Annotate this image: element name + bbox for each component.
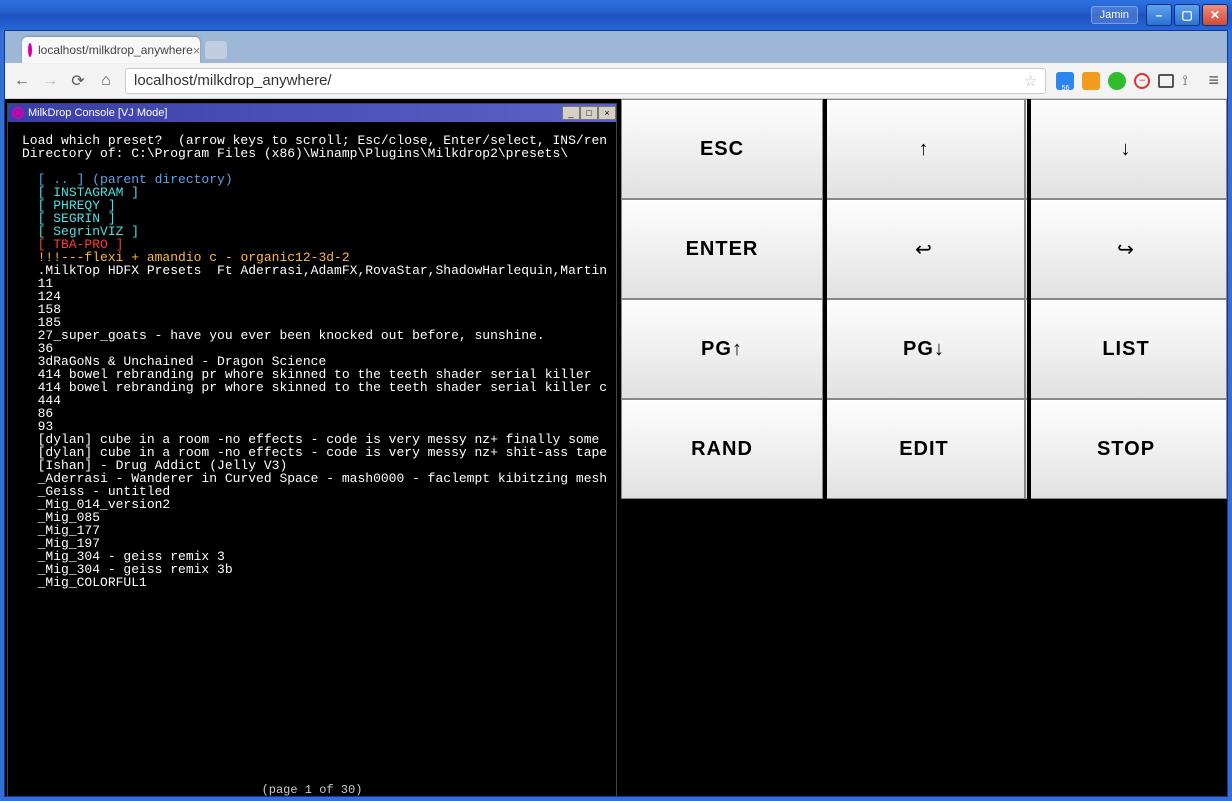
milkdrop-titlebar[interactable]: MilkDrop Console [VJ Mode] _ □ × — [8, 104, 616, 122]
milkdrop-logo-icon — [12, 107, 24, 119]
page-indicator: (page 1 of 30) — [12, 783, 612, 796]
cast-icon[interactable] — [1158, 74, 1174, 88]
edit-button[interactable]: EDIT — [823, 399, 1025, 499]
down-button[interactable]: ↓ — [1025, 99, 1227, 199]
os-user-badge: Jamin — [1091, 6, 1138, 24]
right-button[interactable]: ↪ — [1025, 199, 1227, 299]
pagedown-button[interactable]: PG↓ — [823, 299, 1025, 399]
page-content: MilkDrop Console [VJ Mode] _ □ × Load wh… — [5, 99, 1227, 796]
bookmark-star-icon[interactable]: ☆ — [1024, 72, 1037, 90]
os-maximize-button[interactable]: ▢ — [1174, 4, 1200, 26]
up-button[interactable]: ↑ — [823, 99, 1025, 199]
address-url: localhost/milkdrop_anywhere/ — [134, 72, 332, 89]
milkdrop-window-title: MilkDrop Console [VJ Mode] — [28, 107, 167, 119]
esc-button[interactable]: ESC — [621, 99, 823, 199]
new-tab-button[interactable] — [205, 41, 227, 59]
milkdrop-minimize-button[interactable]: _ — [562, 106, 580, 120]
send-to-device-icon[interactable]: ⟟ — [1182, 72, 1200, 90]
chrome-menu-button[interactable]: ≡ — [1208, 70, 1219, 91]
extension-icon[interactable] — [1056, 72, 1074, 90]
enter-button[interactable]: ENTER — [621, 199, 823, 299]
tab-favicon — [28, 43, 32, 57]
preset-list[interactable]: Load which preset? (arrow keys to scroll… — [12, 126, 612, 597]
tab-title: localhost/milkdrop_anywhere — [38, 43, 193, 57]
milkdrop-console-window: MilkDrop Console [VJ Mode] _ □ × Load wh… — [7, 103, 617, 796]
stop-button[interactable]: STOP — [1025, 399, 1227, 499]
browser-toolbar: ← → ⟳ ⌂ localhost/milkdrop_anywhere/ ☆ ⟟… — [5, 63, 1227, 99]
extension-icon[interactable] — [1082, 72, 1100, 90]
os-minimize-button[interactable]: – — [1146, 4, 1172, 26]
extension-icon[interactable] — [1108, 72, 1126, 90]
rand-button[interactable]: RAND — [621, 399, 823, 499]
grid-divider — [823, 99, 827, 499]
browser-tabstrip: localhost/milkdrop_anywhere × — [5, 31, 1227, 63]
pageup-button[interactable]: PG↑ — [621, 299, 823, 399]
grid-divider — [1027, 99, 1031, 499]
tab-close-icon[interactable]: × — [193, 43, 201, 58]
list-button[interactable]: LIST — [1025, 299, 1227, 399]
reload-button[interactable]: ⟳ — [69, 72, 87, 90]
milkdrop-maximize-button[interactable]: □ — [580, 106, 598, 120]
os-titlebar: Jamin – ▢ ✕ — [0, 0, 1232, 30]
left-button[interactable]: ↩ — [823, 199, 1025, 299]
os-close-button[interactable]: ✕ — [1202, 4, 1228, 26]
control-button-grid: ESC ↑ ↓ ENTER ↩ ↪ PG↑ PG↓ LIST RAND EDIT… — [621, 99, 1227, 499]
address-bar[interactable]: localhost/milkdrop_anywhere/ ☆ — [125, 68, 1046, 94]
milkdrop-close-button[interactable]: × — [598, 106, 616, 120]
home-button[interactable]: ⌂ — [97, 72, 115, 90]
back-button[interactable]: ← — [13, 72, 31, 90]
forward-button[interactable]: → — [41, 72, 59, 90]
browser-tab[interactable]: localhost/milkdrop_anywhere × — [22, 37, 200, 63]
extension-icon[interactable] — [1134, 73, 1150, 89]
